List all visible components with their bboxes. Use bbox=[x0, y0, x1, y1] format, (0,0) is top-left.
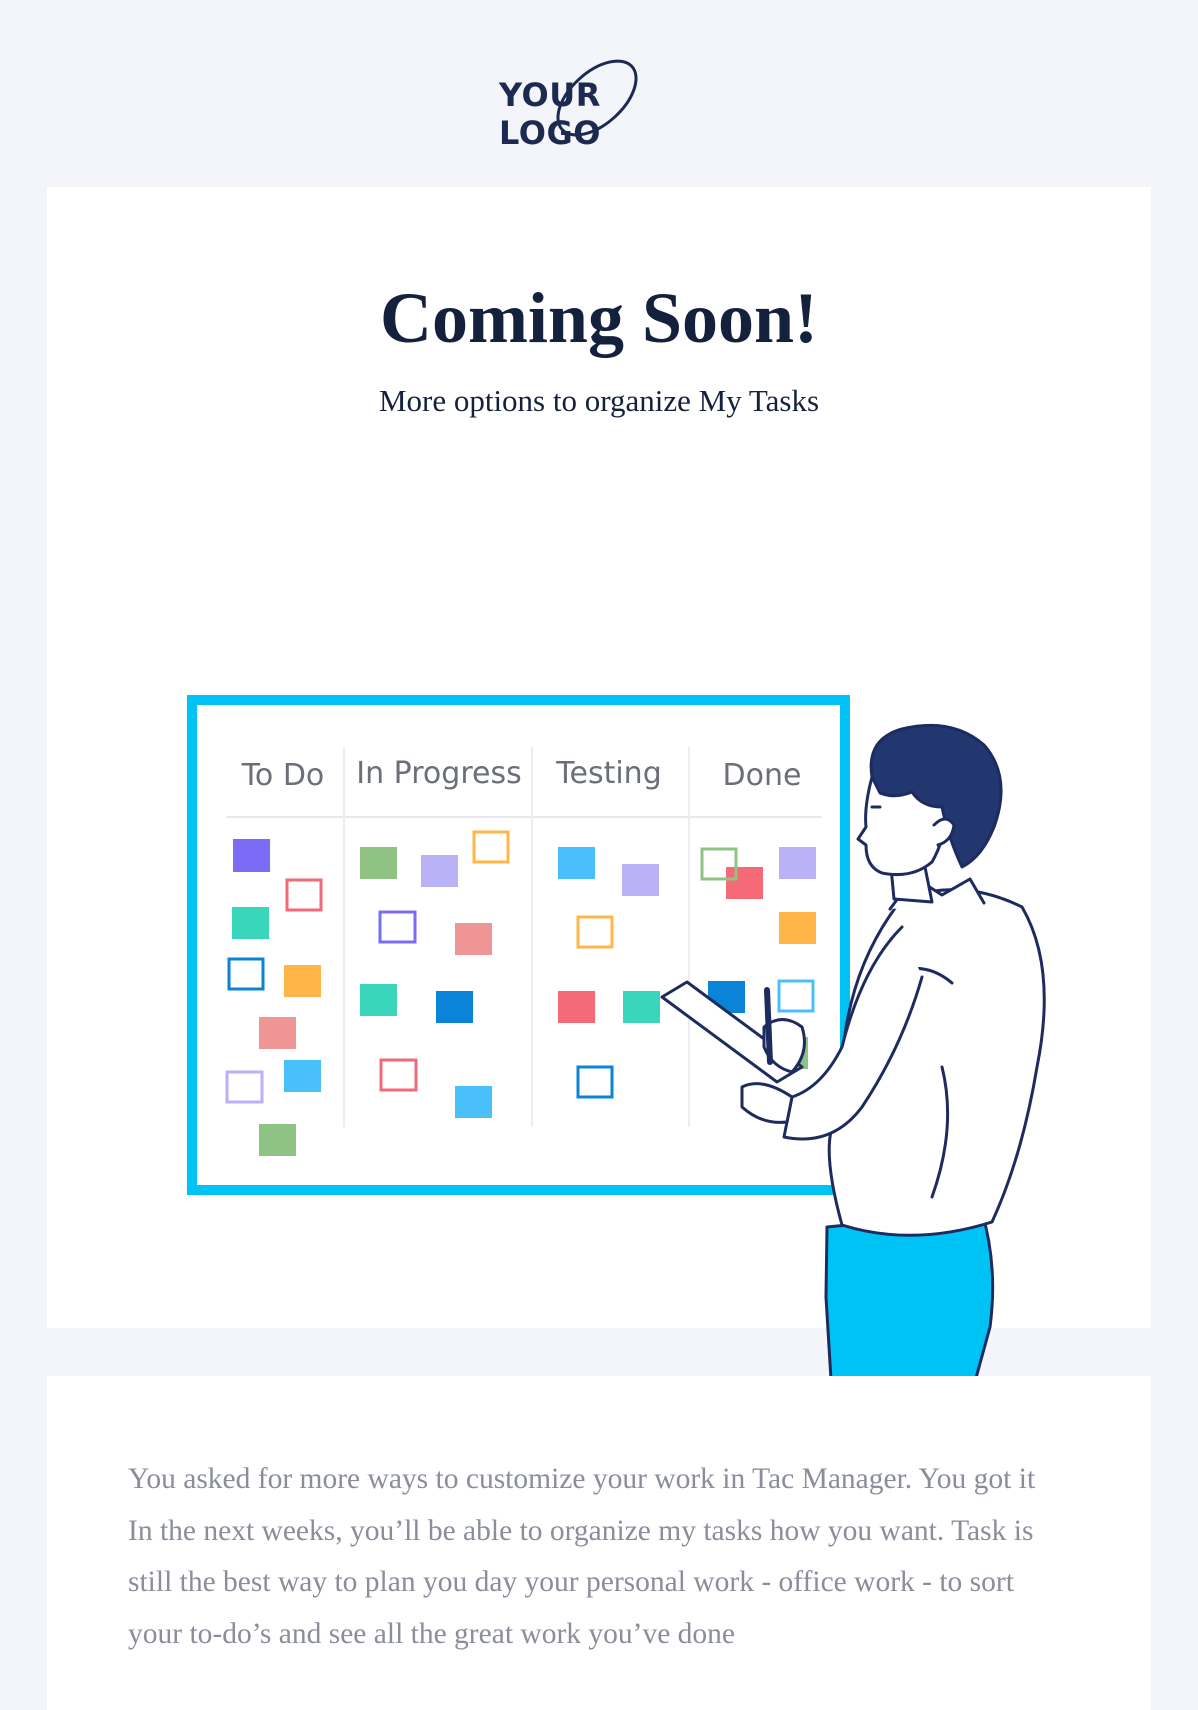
kanban-board-illustration: To Do In Progress Testing Done bbox=[187, 695, 1046, 1427]
task-note bbox=[360, 847, 397, 879]
task-note bbox=[284, 965, 321, 997]
task-note bbox=[455, 1086, 492, 1118]
task-note bbox=[436, 991, 473, 1023]
logo-text: YOUR LOGO bbox=[499, 76, 601, 152]
task-note bbox=[726, 867, 763, 899]
task-note bbox=[558, 991, 595, 1023]
header: YOUR LOGO bbox=[0, 0, 1198, 186]
brand-logo[interactable]: YOUR LOGO bbox=[499, 48, 697, 152]
task-note bbox=[421, 855, 458, 887]
column-label-todo: To Do bbox=[241, 758, 325, 793]
task-note bbox=[232, 907, 269, 939]
task-note bbox=[360, 984, 397, 1016]
task-note bbox=[623, 991, 660, 1023]
task-note bbox=[779, 912, 816, 944]
column-label-done: Done bbox=[723, 758, 802, 793]
task-note bbox=[779, 847, 816, 879]
column-label-in-progress: In Progress bbox=[356, 756, 521, 791]
task-note bbox=[233, 839, 270, 872]
task-note bbox=[455, 923, 492, 955]
hero-card: Coming Soon! More options to organize My… bbox=[47, 187, 1151, 1427]
page-title: Coming Soon! bbox=[379, 278, 819, 358]
task-note bbox=[259, 1124, 296, 1156]
task-note bbox=[622, 864, 659, 896]
column-label-testing: Testing bbox=[555, 756, 661, 791]
page-subtitle: More options to organize My Tasks bbox=[378, 383, 820, 418]
task-note bbox=[259, 1017, 296, 1049]
content-card: You asked for more ways to customize you… bbox=[47, 1376, 1151, 1710]
body-paragraph: You asked for more ways to customize you… bbox=[128, 1463, 1036, 1650]
task-note bbox=[558, 847, 595, 879]
task-note bbox=[284, 1060, 321, 1092]
